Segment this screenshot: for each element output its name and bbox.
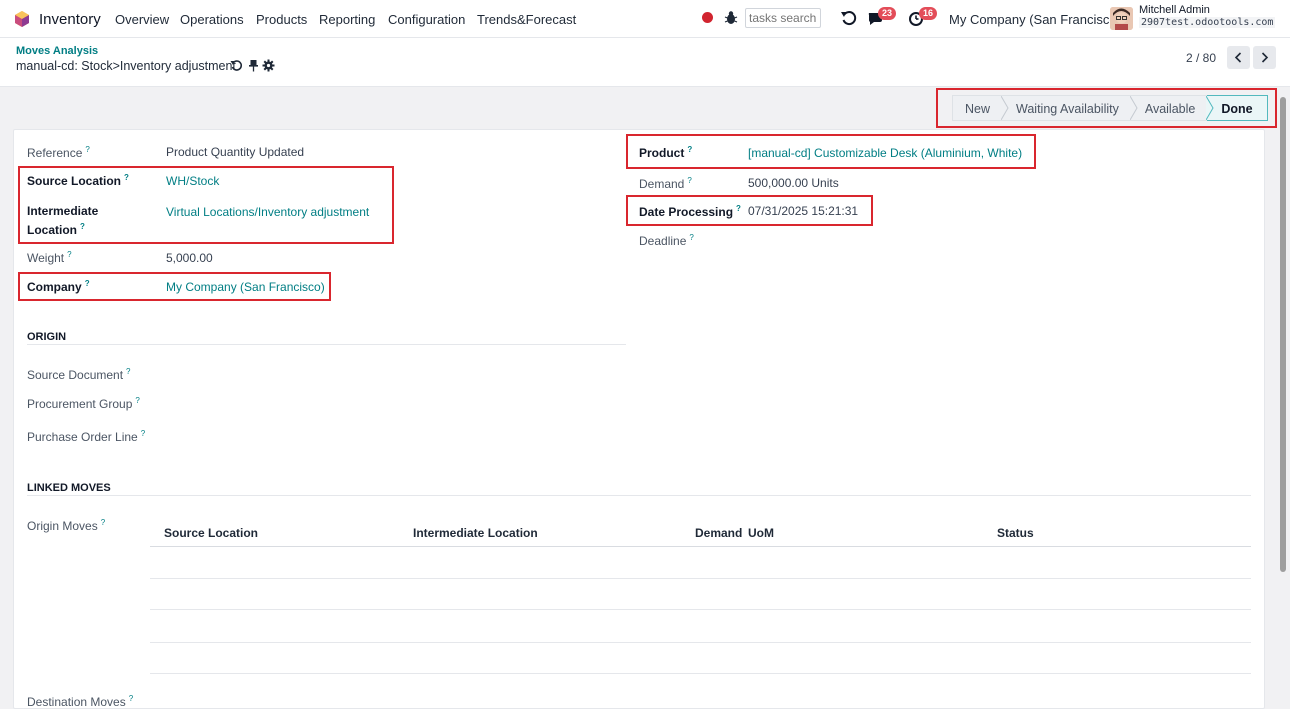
inventory-app-icon[interactable]	[13, 10, 31, 28]
column-source-location[interactable]: Source Location	[164, 526, 258, 540]
control-panel: Moves Analysis manual-cd: Stock>Inventor…	[0, 38, 1290, 87]
table-row	[150, 609, 1251, 610]
source-document-label: Source Document?	[27, 367, 131, 382]
stage-separator-icon	[1129, 96, 1138, 120]
highlight-product	[626, 134, 1036, 169]
table-row	[150, 578, 1251, 579]
help-icon: ?	[126, 367, 131, 376]
chevron-right-icon	[1261, 52, 1269, 63]
weight-value: 5,000.00	[166, 251, 213, 265]
breadcrumb-current: manual-cd: Stock>Inventory adjustment	[16, 59, 236, 73]
origin-divider	[27, 344, 626, 345]
purchase-order-line-label: Purchase Order Line?	[27, 429, 146, 444]
refresh-icon[interactable]	[840, 9, 858, 27]
column-uom[interactable]: UoM	[748, 526, 774, 540]
demand-label: Demand?	[639, 176, 692, 191]
help-icon: ?	[128, 694, 134, 703]
refresh-record-icon[interactable]	[230, 59, 243, 72]
deadline-label: Deadline?	[639, 233, 694, 248]
app-name[interactable]: Inventory	[39, 11, 101, 28]
database-name: 2907test.odootools.com	[1139, 17, 1276, 28]
pager-next-button[interactable]	[1253, 46, 1276, 69]
pager-previous-button[interactable]	[1227, 46, 1250, 69]
company-switcher[interactable]: My Company (San Francisco)	[949, 12, 1121, 27]
help-icon: ?	[85, 145, 90, 154]
breadcrumb-parent[interactable]: Moves Analysis	[16, 45, 98, 57]
linked-moves-section-title: LINKED MOVES	[27, 482, 111, 494]
reference-label: Reference?	[27, 145, 90, 160]
demand-value: 500,000.00 Units	[748, 176, 839, 190]
highlight-status-bar	[936, 88, 1277, 128]
help-icon: ?	[135, 396, 140, 405]
recording-dot-icon[interactable]	[702, 12, 713, 23]
table-header-divider	[150, 546, 1251, 547]
highlight-date-processing	[626, 195, 873, 226]
destination-moves-label: Destination Moves?	[27, 694, 134, 709]
gear-icon[interactable]	[262, 59, 275, 72]
column-demand[interactable]: Demand	[695, 526, 742, 540]
help-icon: ?	[689, 233, 694, 242]
table-row	[150, 642, 1251, 643]
menu-overview[interactable]: Overview	[115, 12, 169, 27]
stage-separator-icon	[1206, 96, 1214, 120]
column-status[interactable]: Status	[997, 526, 1034, 540]
menu-operations[interactable]: Operations	[180, 12, 244, 27]
highlight-locations	[18, 166, 394, 244]
pager-value[interactable]: 2 / 80	[1186, 51, 1216, 65]
table-row	[150, 673, 1251, 674]
pin-icon[interactable]	[247, 59, 260, 72]
menu-reporting[interactable]: Reporting	[319, 12, 375, 27]
linked-moves-divider	[27, 495, 1251, 496]
origin-moves-label: Origin Moves?	[27, 518, 106, 533]
help-icon: ?	[67, 250, 72, 259]
top-navbar: Inventory Overview Operations Products R…	[0, 0, 1290, 38]
help-icon: ?	[140, 429, 146, 438]
weight-label: Weight?	[27, 250, 72, 265]
reference-value: Product Quantity Updated	[166, 145, 305, 159]
tasks-search-input[interactable]	[745, 8, 821, 28]
help-icon: ?	[687, 176, 692, 185]
chevron-left-icon	[1234, 52, 1242, 63]
procurement-group-label: Procurement Group?	[27, 396, 140, 411]
menu-configuration[interactable]: Configuration	[388, 12, 465, 27]
menu-trends-forecast[interactable]: Trends&Forecast	[477, 12, 576, 27]
column-intermediate-location[interactable]: Intermediate Location	[413, 526, 538, 540]
activities-count-badge: 16	[919, 7, 937, 20]
stage-separator-icon	[1001, 96, 1009, 120]
origin-section-title: ORIGIN	[27, 331, 67, 343]
debug-bug-icon[interactable]	[724, 10, 738, 26]
page-scrollbar[interactable]	[1280, 97, 1286, 572]
user-avatar[interactable]	[1110, 7, 1133, 30]
user-name[interactable]: Mitchell Admin	[1139, 4, 1210, 16]
messages-count-badge: 23	[878, 7, 896, 20]
highlight-company	[18, 272, 331, 301]
menu-products[interactable]: Products	[256, 12, 307, 27]
help-icon: ?	[100, 518, 106, 527]
